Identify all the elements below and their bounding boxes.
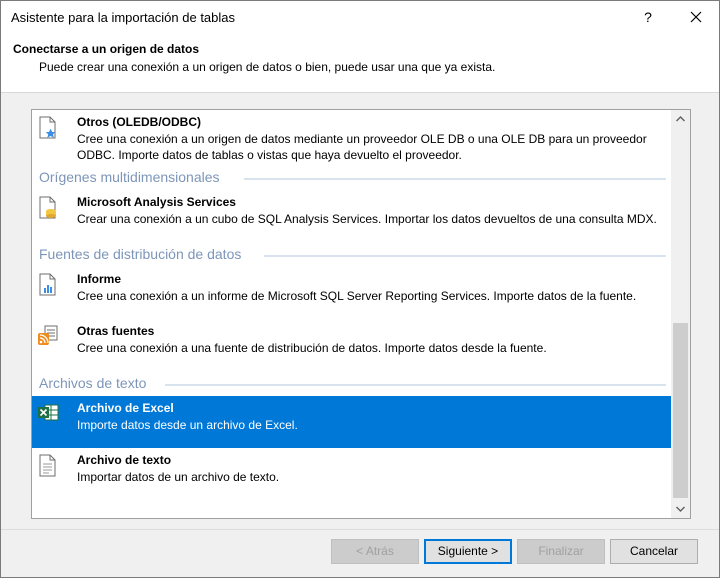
page-subtitle: Puede crear una conexión a un origen de … [39, 60, 496, 74]
item-description: Cree una conexión a un informe de Micros… [77, 289, 637, 303]
group-title: Fuentes de distribución de datos [39, 246, 242, 262]
page-title: Conectarse a un origen de datos [13, 42, 200, 56]
list-item-excel[interactable]: Archivo de Excel Importe datos desde un … [32, 396, 672, 448]
list-item-analysis-services[interactable]: Microsoft Analysis Services Crear una co… [32, 190, 672, 234]
data-source-list[interactable]: Otros (OLEDB/ODBC) Cree una conexión a u… [31, 109, 691, 519]
text-file-icon [37, 454, 59, 477]
item-name: Microsoft Analysis Services [77, 195, 236, 209]
scroll-up-button[interactable] [671, 110, 690, 128]
list-item-oledb[interactable]: Otros (OLEDB/ODBC) Cree una conexión a u… [32, 110, 672, 166]
chevron-up-icon [676, 116, 685, 122]
analysis-services-icon [37, 196, 59, 219]
item-description: Importar datos de un archivo de texto. [77, 470, 280, 484]
oledb-icon [37, 116, 59, 139]
title-bar: Asistente para la importación de tablas … [1, 1, 719, 33]
import-wizard-dialog: Asistente para la importación de tablas … [0, 0, 720, 578]
group-divider [264, 255, 666, 257]
button-bar: < Atrás Siguiente > Finalizar Cancelar [1, 529, 719, 577]
list-item-text-file[interactable]: Archivo de texto Importar datos de un ar… [32, 448, 672, 492]
group-title: Orígenes multidimensionales [39, 169, 220, 185]
item-description: Importe datos desde un archivo de Excel. [77, 418, 298, 432]
cancel-button[interactable]: Cancelar [610, 539, 698, 564]
group-title: Archivos de texto [39, 375, 147, 391]
list-item-other-feeds[interactable]: Otras fuentes Cree una conexión a una fu… [32, 319, 672, 363]
list-item-report[interactable]: Informe Cree una conexión a un informe d… [32, 267, 672, 311]
group-divider [244, 178, 666, 180]
close-button[interactable] [681, 3, 711, 31]
data-source-list-content: Otros (OLEDB/ODBC) Cree una conexión a u… [32, 110, 672, 518]
group-data-feeds: Fuentes de distribución de datos [32, 245, 672, 265]
data-feed-icon [37, 325, 59, 347]
item-name: Archivo de texto [77, 453, 172, 467]
help-button[interactable]: ? [633, 3, 663, 31]
chevron-down-icon [676, 506, 685, 512]
item-name: Otras fuentes [77, 324, 155, 338]
group-divider [165, 384, 666, 386]
item-description: Cree una conexión a un origen de datos m… [77, 132, 647, 162]
item-description: Cree una conexión a una fuente de distri… [77, 341, 547, 355]
scroll-thumb[interactable] [673, 323, 688, 498]
vertical-scrollbar[interactable] [671, 110, 690, 518]
close-icon [690, 11, 702, 23]
scroll-down-button[interactable] [671, 500, 690, 518]
wizard-header: Conectarse a un origen de datos Puede cr… [1, 33, 719, 93]
back-button[interactable]: < Atrás [331, 539, 419, 564]
item-name: Archivo de Excel [77, 401, 174, 415]
item-description: Crear una conexión a un cubo de SQL Anal… [77, 212, 657, 226]
report-icon [37, 273, 59, 296]
group-multidimensional: Orígenes multidimensionales [32, 168, 672, 188]
item-name: Informe [77, 272, 122, 286]
group-text-files: Archivos de texto [32, 374, 672, 394]
window-title: Asistente para la importación de tablas [11, 10, 236, 25]
excel-icon [37, 402, 59, 424]
next-button[interactable]: Siguiente > [424, 539, 512, 564]
finish-button[interactable]: Finalizar [517, 539, 605, 564]
item-name: Otros (OLEDB/ODBC) [77, 115, 201, 129]
